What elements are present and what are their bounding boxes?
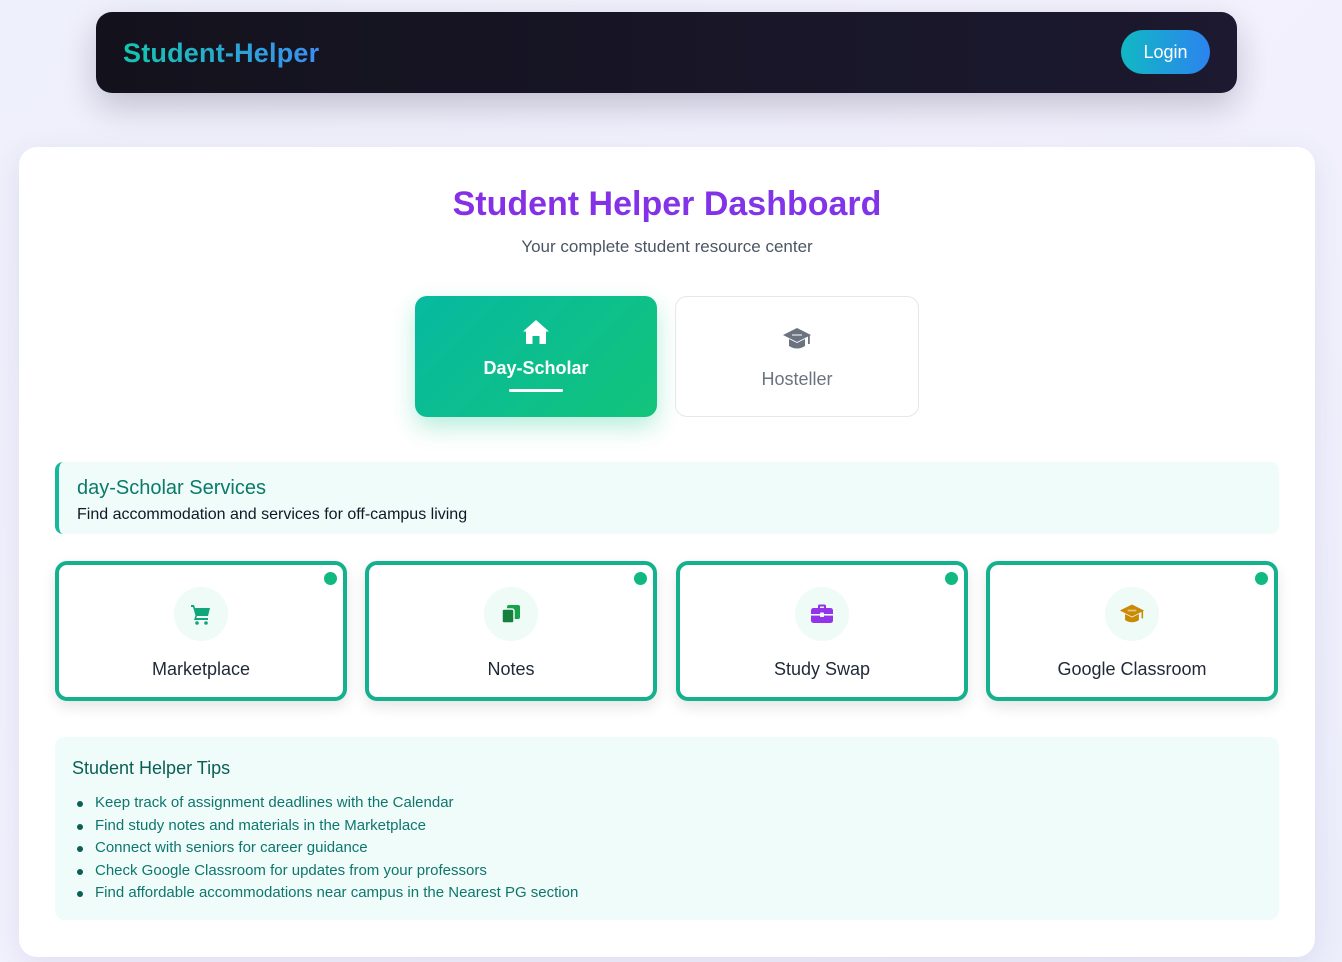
page-subtitle: Your complete student resource center <box>521 237 813 256</box>
graduation-cap-icon <box>1105 587 1159 641</box>
tips-title: Student Helper Tips <box>72 758 231 778</box>
tile-study-swap[interactable]: Study Swap <box>676 561 968 701</box>
services-description: Find accommodation and services for off-… <box>77 506 468 523</box>
tile-label: Study Swap <box>773 659 871 679</box>
mode-day-scholar-label: Day-Scholar <box>483 358 589 378</box>
cart-icon <box>174 587 228 641</box>
services-title: day-Scholar Services <box>77 477 266 499</box>
list-item: Keep track of assignment deadlines with … <box>76 792 578 815</box>
list-item: Find study notes and materials in the Ma… <box>76 815 578 838</box>
list-item: Find affordable accommodations near camp… <box>76 882 578 905</box>
mode-day-scholar[interactable]: Day-Scholar <box>415 296 657 417</box>
tips-list: Keep track of assignment deadlines with … <box>76 792 578 905</box>
status-dot <box>324 572 337 585</box>
dashboard-card: Student Helper Dashboard Your complete s… <box>19 147 1315 957</box>
selected-indicator <box>509 389 563 392</box>
status-dot <box>945 572 958 585</box>
top-navbar: Student-Helper Login <box>96 12 1237 93</box>
copy-icon <box>484 587 538 641</box>
graduation-cap-icon <box>782 323 812 355</box>
login-button[interactable]: Login <box>1121 30 1210 74</box>
status-dot <box>1255 572 1268 585</box>
tile-notes[interactable]: Notes <box>365 561 657 701</box>
page-title: Student Helper Dashboard <box>19 185 1315 224</box>
tile-google-classroom[interactable]: Google Classroom <box>986 561 1278 701</box>
tile-label: Google Classroom <box>1057 659 1207 679</box>
home-icon <box>521 316 551 348</box>
list-item: Check Google Classroom for updates from … <box>76 860 578 883</box>
tile-marketplace[interactable]: Marketplace <box>55 561 347 701</box>
mode-hosteller-label: Hosteller <box>761 369 833 389</box>
status-dot <box>634 572 647 585</box>
tips-panel: Student Helper Tips Keep track of assign… <box>55 737 1279 920</box>
mode-hosteller[interactable]: Hosteller <box>675 296 919 417</box>
list-item: Connect with seniors for career guidance <box>76 837 578 860</box>
services-banner: day-Scholar Services Find accommodation … <box>55 462 1279 534</box>
tile-label: Notes <box>487 659 535 679</box>
tile-label: Marketplace <box>151 659 251 679</box>
brand-logo[interactable]: Student-Helper <box>123 38 319 69</box>
briefcase-icon <box>795 587 849 641</box>
